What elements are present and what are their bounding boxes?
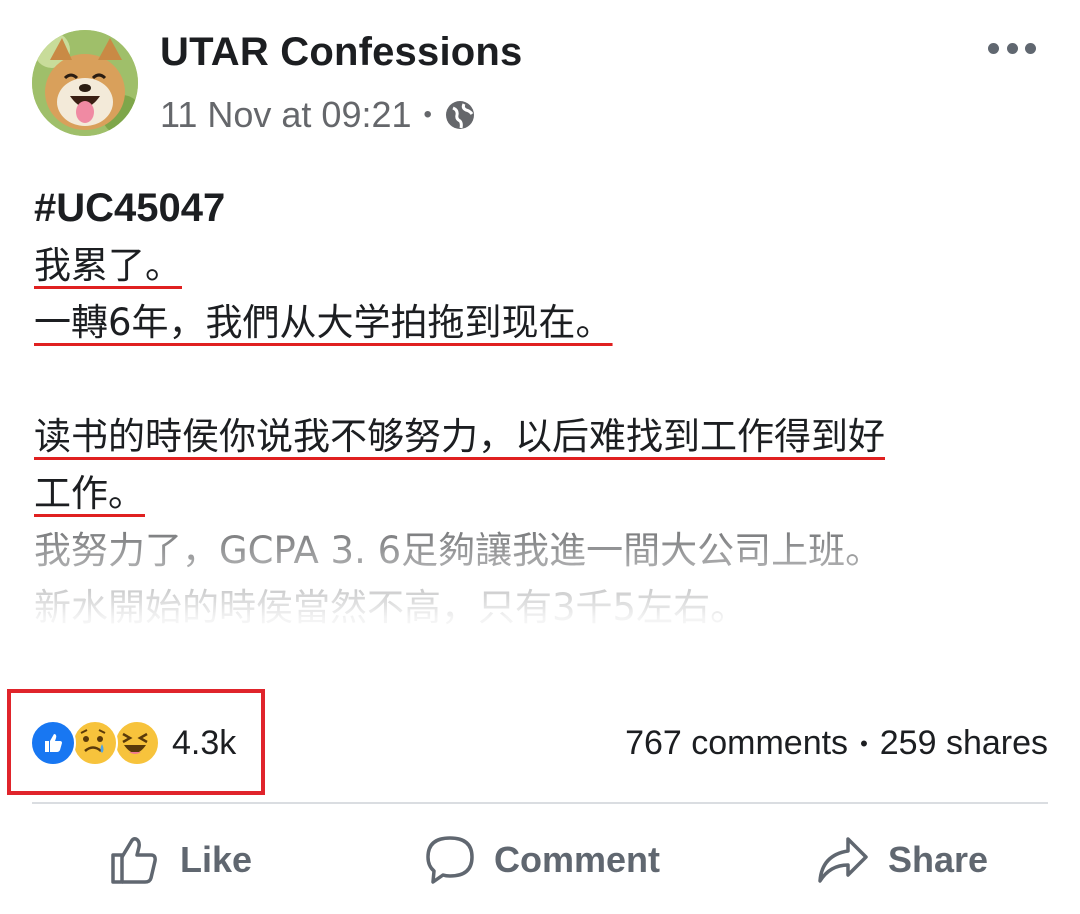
post-line-text: 我累了。: [34, 244, 182, 287]
share-icon: [818, 837, 868, 883]
comment-button[interactable]: Comment: [424, 830, 660, 890]
post-line-text: 读书的時侯你说我不够努力，以后难找到工作得到好: [34, 415, 885, 458]
engagement-stats: 767 comments • 259 shares: [625, 724, 1048, 763]
post-timestamp[interactable]: 11 Nov at 09:21: [160, 94, 412, 136]
post-meta: 11 Nov at 09:21 •: [160, 94, 476, 136]
stats-separator: •: [860, 730, 868, 756]
globe-icon: [445, 101, 474, 129]
more-options-icon[interactable]: [988, 36, 1036, 60]
post-line: 工作。: [34, 465, 1054, 522]
shiba-avatar-image: [32, 30, 138, 136]
sad-reaction-icon: [72, 720, 118, 766]
comment-icon: [426, 836, 474, 884]
post-line-text: 一轉6年，我們从大学拍拖到现在。: [34, 301, 613, 344]
page-avatar[interactable]: [32, 30, 138, 136]
reaction-count: 4.3k: [172, 723, 237, 762]
post-line-text: 我努力了，GCPA 3. 6足夠讓我進一間大公司上班。: [34, 529, 883, 572]
share-label: Share: [888, 839, 989, 880]
like-icon: [111, 837, 157, 884]
post-line: 我努力了，GCPA 3. 6足夠讓我進一間大公司上班。: [34, 522, 1054, 579]
post-line-text: 工作。: [34, 472, 145, 515]
post-line: 新水開始的時侯當然不高，只有3千5左右。: [34, 579, 1054, 636]
like-label: Like: [180, 839, 253, 880]
share-button[interactable]: Share: [816, 830, 988, 890]
post-line: 我累了。: [34, 237, 1054, 294]
post-text: #UC45047 我累了。 一轉6年，我們从大学拍拖到现在。 读书的時侯你说我不…: [34, 180, 1054, 636]
like-button[interactable]: Like: [108, 830, 252, 890]
post-line-text: 新水開始的時侯當然不高，只有3千5左右。: [34, 586, 748, 629]
post-line: 一轉6年，我們从大学拍拖到现在。: [34, 294, 1054, 351]
page-name[interactable]: UTAR Confessions: [160, 30, 522, 75]
reactions-summary[interactable]: 4.3k: [30, 720, 236, 766]
comment-label: Comment: [494, 839, 661, 880]
comments-count[interactable]: 767 comments: [625, 724, 848, 763]
post-hashtag[interactable]: #UC45047: [34, 180, 1054, 237]
like-reaction-icon: [30, 720, 76, 766]
shares-count[interactable]: 259 shares: [880, 724, 1048, 763]
post-line: 读书的時侯你说我不够努力，以后难找到工作得到好: [34, 408, 1054, 465]
action-divider: [32, 802, 1048, 804]
meta-separator: •: [423, 101, 432, 128]
haha-reaction-icon: [114, 720, 160, 766]
